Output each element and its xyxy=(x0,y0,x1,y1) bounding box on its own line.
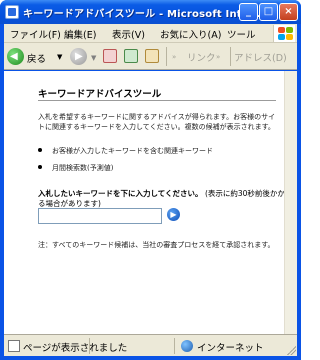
keyword-prompt-bold: 入札したいキーワードを下に入力してください。 xyxy=(38,189,203,198)
forward-button[interactable]: ▶ xyxy=(70,48,87,65)
menu-tools[interactable]: ツール xyxy=(227,27,256,41)
toolbar-separator xyxy=(230,47,231,66)
menu-favorites[interactable]: お気に入り(A) xyxy=(160,27,221,41)
refresh-icon[interactable] xyxy=(124,49,138,63)
links-label[interactable]: リンク xyxy=(187,50,216,64)
bullet-icon xyxy=(38,148,42,152)
back-dropdown-icon[interactable]: ▼ xyxy=(57,53,62,61)
back-arrow-icon: ◀ xyxy=(7,48,24,65)
browser-window: キーワードアドバイスツール - Microsoft Inter... _ □ ×… xyxy=(0,0,301,360)
toolbar-chevron-icon[interactable]: » xyxy=(172,53,176,61)
ie-page-icon xyxy=(5,5,19,19)
vertical-scrollbar[interactable] xyxy=(284,71,297,334)
resize-grip[interactable] xyxy=(286,345,296,355)
list-item-text: お客様が入力したキーワードを含む関連キーワード xyxy=(52,147,213,155)
status-bar: ページが表示されました インターネット xyxy=(4,334,297,356)
close-button[interactable]: × xyxy=(279,3,298,21)
list-item-text: 月間検索数(予測値) xyxy=(52,164,114,172)
bullet-icon xyxy=(38,165,42,169)
approval-note: 注：すべてのキーワード候補は、当社の審査プロセスを経て承認されます。 xyxy=(38,241,275,249)
page-heading: キーワードアドバイスツール xyxy=(38,89,162,100)
address-label[interactable]: アドレス(D) xyxy=(234,50,287,64)
toolbar-separator xyxy=(166,47,167,66)
menu-bar: ファイル(F) 編集(E) 表示(V) お気に入り(A) ツール xyxy=(4,24,297,43)
toolbar: ◀ 戻る ▼ ▶ ▼ » リンク » アドレス(D) xyxy=(4,43,297,70)
intro-text: 入札を希望するキーワードに関するアドバイスが得られます。お客様のサイトに関連する… xyxy=(38,113,276,131)
menu-view[interactable]: 表示(V) xyxy=(112,27,145,41)
submit-arrow-button[interactable]: ▶ xyxy=(167,208,180,221)
windows-logo-icon xyxy=(273,25,295,42)
home-icon[interactable] xyxy=(145,49,159,63)
menu-file[interactable]: ファイル(F) xyxy=(10,27,61,41)
links-chevron-icon[interactable]: » xyxy=(216,53,220,61)
minimize-button[interactable]: _ xyxy=(239,3,258,21)
heading-divider xyxy=(38,100,276,101)
forward-dropdown-icon[interactable]: ▼ xyxy=(91,54,96,62)
maximize-button[interactable]: □ xyxy=(259,3,278,21)
keyword-prompt: 入札したいキーワードを下に入力してください。 (表示に約30秒前後かかる場合があ… xyxy=(38,189,288,209)
page-done-icon xyxy=(8,340,20,352)
status-separator xyxy=(89,338,90,354)
title-bar[interactable]: キーワードアドバイスツール - Microsoft Inter... _ □ × xyxy=(0,0,301,24)
status-separator xyxy=(174,338,175,354)
status-text: ページが表示されました xyxy=(23,343,128,354)
stop-icon[interactable] xyxy=(103,49,117,63)
internet-zone-icon xyxy=(181,340,193,352)
keyword-input[interactable] xyxy=(38,208,162,224)
page-content: キーワードアドバイスツール 入札を希望するキーワードに関するアドバイスが得られま… xyxy=(4,71,297,334)
menu-edit[interactable]: 編集(E) xyxy=(64,27,96,41)
zone-text: インターネット xyxy=(197,343,264,354)
window-title: キーワードアドバイスツール - Microsoft Inter... xyxy=(23,9,265,20)
back-label: 戻る xyxy=(27,54,47,65)
